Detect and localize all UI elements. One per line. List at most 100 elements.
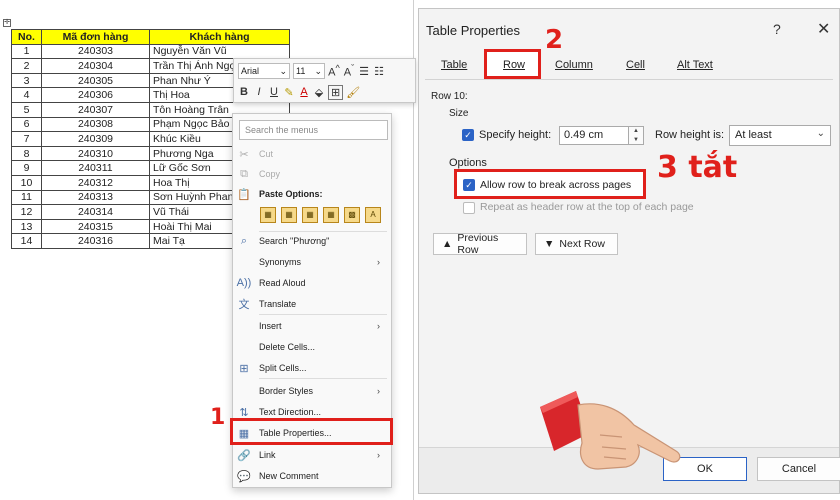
paste-keep-source-icon[interactable]: ▦	[260, 207, 276, 223]
cell-order-id[interactable]: 240314	[41, 204, 150, 220]
bullets-icon[interactable]: ☰	[358, 65, 370, 78]
font-size-select[interactable]: 11 ⌄	[293, 63, 325, 79]
menu-item-translate[interactable]: 文 Translate	[233, 294, 391, 314]
menu-item-copy[interactable]: ⧉ Copy	[233, 164, 391, 184]
font-name-select[interactable]: Arial ⌄	[238, 63, 290, 79]
spin-up-icon[interactable]: ▲	[629, 127, 643, 136]
spin-down-icon[interactable]: ▼	[629, 136, 643, 145]
options-section-label: Options	[449, 157, 487, 169]
format-painter-icon[interactable]: 🖌	[346, 86, 360, 99]
tab-row[interactable]: Row	[503, 59, 525, 71]
font-color-icon[interactable]: A	[298, 86, 310, 98]
help-button[interactable]: ?	[773, 21, 781, 37]
split-cells-icon: ⊞	[239, 362, 249, 375]
cell-no[interactable]: 11	[11, 189, 42, 206]
numbering-icon[interactable]: ☷	[373, 65, 385, 78]
tab-table[interactable]: Table	[441, 59, 467, 71]
menu-item-search[interactable]: ⌕ Search "Phương"	[233, 231, 391, 251]
cell-order-id[interactable]: 240313	[41, 189, 150, 206]
cell-order-id[interactable]: 240311	[41, 160, 150, 176]
menu-separator	[259, 378, 387, 379]
arrow-up-icon: ▲	[442, 238, 453, 250]
cell-customer[interactable]: Nguyễn Văn Vũ	[149, 43, 290, 60]
tab-column[interactable]: Column	[555, 59, 593, 71]
table-move-handle-icon[interactable]: ✛	[3, 19, 11, 27]
row-height-input[interactable]: 0.49 cm	[559, 126, 629, 145]
paste-merge-icon[interactable]: ▦	[281, 207, 297, 223]
cell-no[interactable]: 7	[11, 131, 42, 147]
menu-item-synonyms[interactable]: Synonyms ›	[233, 252, 391, 272]
row-height-spinner[interactable]: ▲ ▼	[628, 126, 644, 145]
allow-break-checkbox[interactable]: ✓	[463, 179, 475, 191]
menu-item-new-comment[interactable]: 💬 New Comment	[233, 466, 391, 486]
chevron-right-icon: ›	[377, 321, 380, 331]
cell-no[interactable]: 9	[11, 160, 42, 176]
menu-item-insert[interactable]: Insert ›	[233, 316, 391, 336]
cancel-button[interactable]: Cancel	[757, 457, 840, 481]
paste-text-only-icon[interactable]: A	[365, 207, 381, 223]
tab-cell[interactable]: Cell	[626, 59, 645, 71]
paste-nest-icon[interactable]: ▦	[302, 207, 318, 223]
menu-item-border-styles[interactable]: Border Styles ›	[233, 381, 391, 401]
cell-no[interactable]: 3	[11, 72, 42, 89]
menu-item-cut[interactable]: ✂ Cut	[233, 144, 391, 164]
specify-height-checkbox[interactable]: ✓	[462, 129, 474, 141]
repeat-header-checkbox[interactable]: ✓	[463, 202, 475, 214]
cell-no[interactable]: 10	[11, 174, 42, 191]
cell-order-id[interactable]: 240315	[41, 218, 150, 235]
cell-no[interactable]: 2	[11, 58, 42, 74]
specify-height-label: Specify height:	[479, 129, 552, 141]
cell-order-id[interactable]: 240304	[41, 58, 150, 74]
cell-order-id[interactable]: 240303	[41, 43, 150, 60]
borders-icon[interactable]: ⊞	[328, 84, 344, 100]
cell-order-id[interactable]: 240306	[41, 87, 150, 103]
table-header-row: No. Mã đơn hàng Khách hàng	[11, 29, 290, 45]
menu-separator	[259, 314, 387, 315]
shrink-font-icon[interactable]: Aˇ	[343, 63, 355, 79]
underline-button[interactable]: U	[268, 86, 280, 98]
menu-search-input[interactable]: Search the menus	[239, 120, 388, 140]
cell-no[interactable]: 13	[11, 218, 42, 235]
cell-order-id[interactable]: 240305	[41, 72, 150, 89]
cell-no[interactable]: 14	[11, 233, 42, 249]
italic-button[interactable]: I	[253, 86, 265, 98]
menu-item-link[interactable]: 🔗 Link ›	[233, 445, 391, 465]
allow-break-label: Allow row to break across pages	[480, 179, 632, 191]
header-order-id[interactable]: Mã đơn hàng	[41, 29, 150, 45]
cell-order-id[interactable]: 240310	[41, 145, 150, 162]
cell-order-id[interactable]: 240307	[41, 101, 150, 118]
tab-alt-text[interactable]: Alt Text	[677, 59, 713, 71]
close-button[interactable]: ✕	[817, 19, 830, 39]
annotation-step-3: 3 tắt	[657, 150, 738, 185]
comment-icon: 💬	[237, 470, 251, 483]
bold-button[interactable]: B	[238, 86, 250, 98]
paste-picture-icon[interactable]: ▩	[344, 207, 360, 223]
cell-order-id[interactable]: 240312	[41, 174, 150, 191]
row-height-is-label: Row height is:	[655, 129, 725, 141]
cell-no[interactable]: 6	[11, 116, 42, 133]
menu-item-read-aloud[interactable]: A)) Read Aloud	[233, 273, 391, 293]
menu-item-delete-cells[interactable]: Delete Cells...	[233, 337, 391, 357]
menu-item-split-cells[interactable]: ⊞ Split Cells...	[233, 358, 391, 378]
cell-order-id[interactable]: 240309	[41, 131, 150, 147]
cell-no[interactable]: 4	[11, 87, 42, 103]
highlight-icon[interactable]: ✎	[283, 86, 295, 99]
annotation-step-1: 1	[210, 405, 226, 430]
grow-font-icon[interactable]: A^	[328, 63, 340, 79]
paste-overwrite-icon[interactable]: ▦	[323, 207, 339, 223]
cell-no[interactable]: 1	[11, 43, 42, 60]
row-height-is-select[interactable]: At least ⌄	[729, 125, 831, 146]
header-customer[interactable]: Khách hàng	[149, 29, 290, 45]
cell-no[interactable]: 8	[11, 145, 42, 162]
chevron-right-icon: ›	[377, 386, 380, 396]
repeat-header-label: Repeat as header row at the top of each …	[480, 201, 694, 213]
read-aloud-icon: A))	[236, 277, 252, 289]
shading-icon[interactable]: ⬙	[313, 86, 325, 99]
cell-order-id[interactable]: 240316	[41, 233, 150, 249]
cell-no[interactable]: 5	[11, 101, 42, 118]
cell-no[interactable]: 12	[11, 204, 42, 220]
next-row-button[interactable]: ▼ Next Row	[535, 233, 618, 255]
header-no[interactable]: No.	[11, 29, 42, 45]
cell-order-id[interactable]: 240308	[41, 116, 150, 133]
previous-row-button[interactable]: ▲ Previous Row	[433, 232, 527, 256]
